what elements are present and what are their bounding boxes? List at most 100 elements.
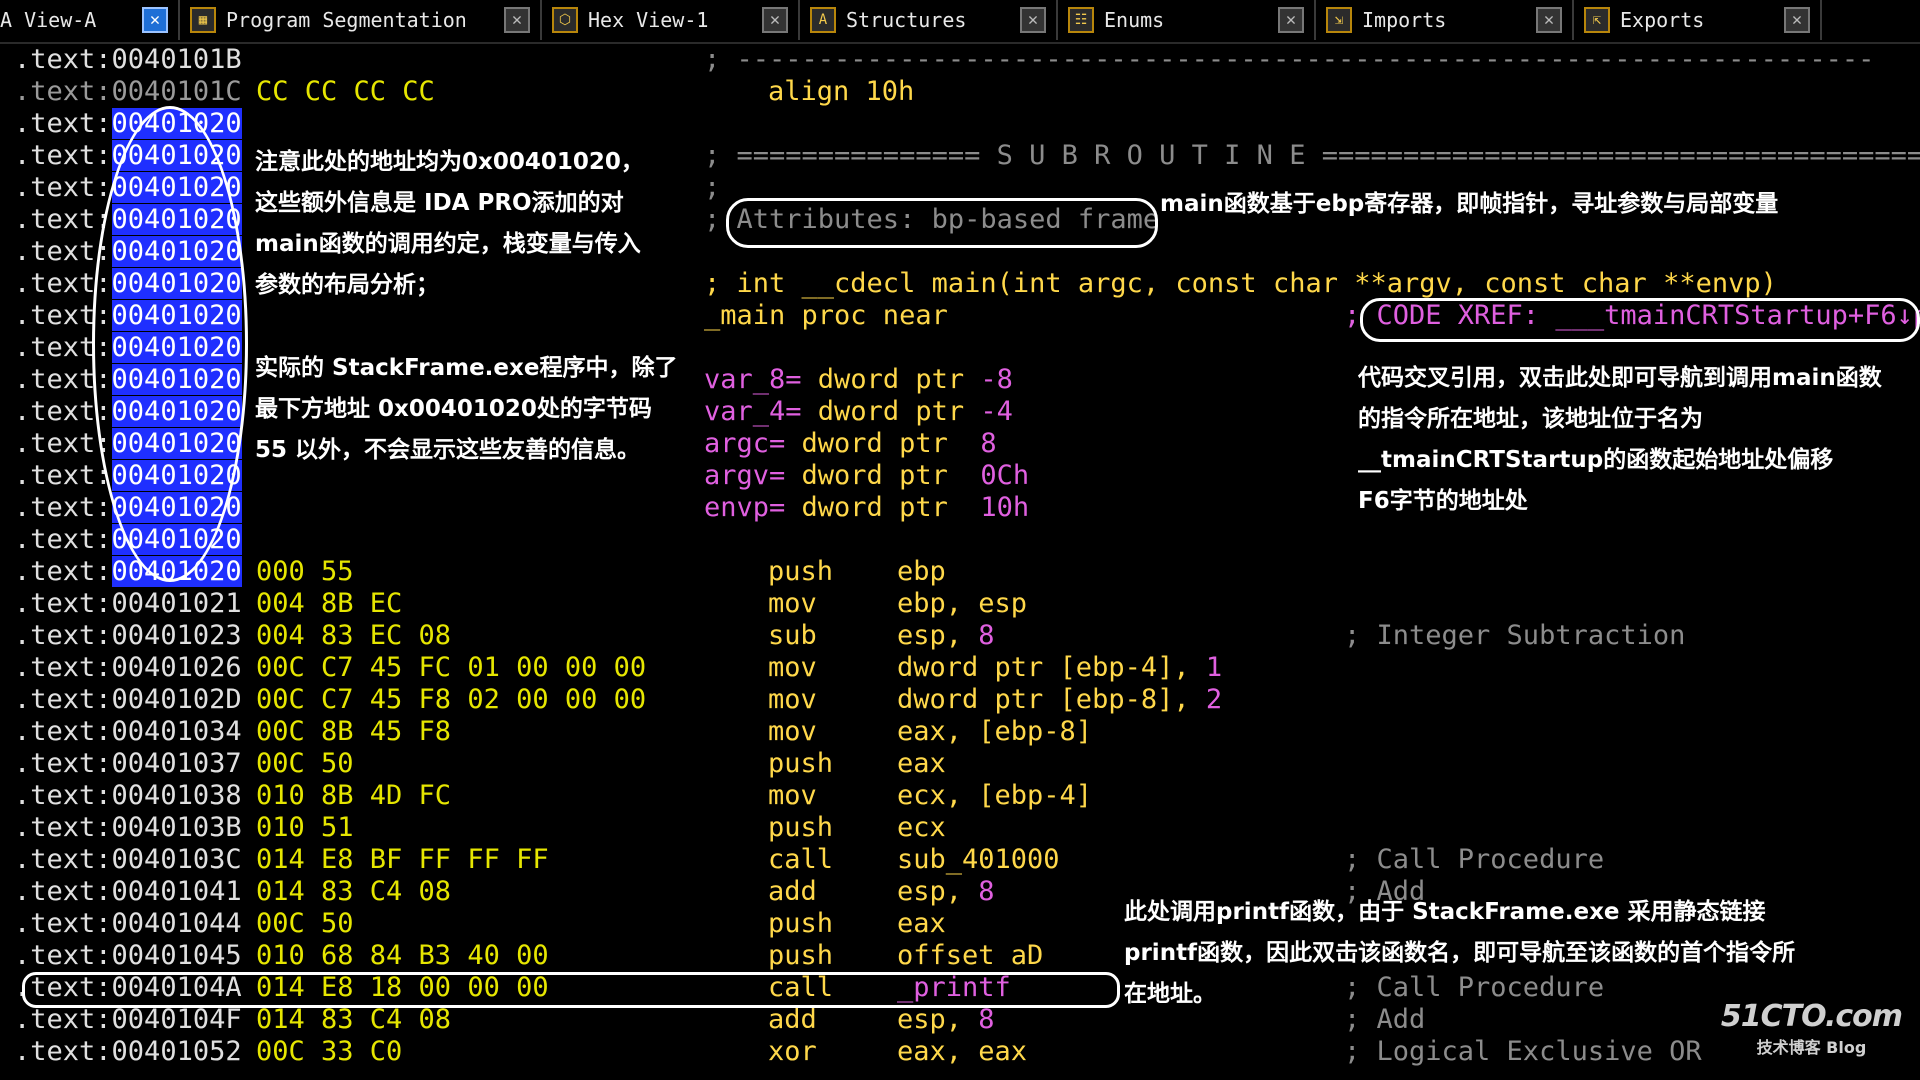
disasm-line[interactable]: .text:00401038 010 8B 4D FC mov ecx, [ebp-4… [14,780,1914,812]
operand[interactable]: offset aD [897,940,1043,972]
operand[interactable]: ebp [897,556,946,588]
disasm-line[interactable]: .text:0040101B ; ------------------------… [14,44,1914,76]
segment-prefix: .text: [14,44,112,75]
address[interactable]: 0040104F [112,1004,242,1035]
mnemonic: push [768,940,834,971]
close-icon[interactable]: ✕ [1278,7,1304,33]
operand[interactable]: esp, 8 [897,876,995,908]
segment-prefix: .text: [14,460,112,491]
disasm-line[interactable]: .text:00401020 000 55 push ebp [14,556,1914,588]
disasm-line[interactable]: .text:0040101C CC CC CC CC align 10h [14,76,1914,108]
segment-prefix: .text: [14,812,112,843]
tab-structures[interactable]: A Structures ✕ [800,0,1058,40]
comment: ; =============== S U B R O U T I N E ==… [704,140,1920,171]
disasm-line[interactable]: .text:00401023 004 83 EC 08 sub esp, 8 ; Int… [14,620,1914,652]
address[interactable]: 0040103B [112,812,242,843]
site-watermark: 51CTO.com 技术博客 Blog [1721,999,1903,1058]
address[interactable]: 00401023 [112,620,242,651]
address[interactable]: 0040103C [112,844,242,875]
close-icon[interactable]: ✕ [1784,7,1810,33]
segment-prefix: .text: [14,524,112,555]
tab-label: Exports [1620,8,1705,32]
address[interactable]: 00401021 [112,588,242,619]
disasm-line[interactable]: .text:00401026 00C C7 45 FC 01 00 00 00 mo… [14,652,1914,684]
disasm-line[interactable]: .text:0040103B 010 51 push ecx [14,812,1914,844]
close-icon[interactable]: ✕ [142,7,168,33]
operand[interactable]: ebp, esp [897,588,1027,620]
stack-variable[interactable]: var_4= dword ptr -4 [704,396,1013,428]
segment-prefix: .text: [14,748,112,779]
opcode-bytes: 010 68 84 B3 40 00 [256,940,549,971]
mnemonic: push [768,556,834,587]
opcode-bytes: 00C 50 [256,908,354,939]
xref-annotation-ring [1360,298,1920,342]
operand[interactable]: dword ptr [ebp-4], 1 [897,652,1222,684]
tab-hex-view-1[interactable]: ⬡ Hex View-1 ✕ [542,0,800,40]
operand[interactable]: ecx [897,812,946,844]
disasm-line[interactable]: .text:00401052 00C 33 C0 xor eax, eax ; Logi… [14,1036,1914,1068]
operand-number: 8 [978,876,995,907]
address[interactable]: 00401044 [112,908,242,939]
opcode-bytes: 014 E8 BF FF FF FF [256,844,549,875]
address[interactable]: 00401034 [112,716,242,747]
disasm-line[interactable]: .text:00401021 004 8B EC mov ebp, esp [14,588,1914,620]
tab-enums[interactable]: ☷ Enums ✕ [1058,0,1316,40]
segment-prefix: .text: [14,556,112,587]
disasm-line[interactable]: .text:00401037 00C 50 push eax [14,748,1914,780]
segment-prefix: .text: [14,620,112,651]
segment-prefix: .text: [14,1036,112,1067]
disasm-line[interactable]: .text:00401020 [14,524,1914,556]
close-icon[interactable]: ✕ [504,7,530,33]
opcode-bytes: 014 83 C4 08 [256,1004,452,1035]
operand[interactable]: eax [897,908,946,940]
address[interactable]: 00401037 [112,748,242,779]
function-prototype: ; int __cdecl main(int argc, const char … [704,268,1777,299]
disasm-line[interactable]: .text:00401020 [14,108,1914,140]
opcode-bytes: 004 8B EC [256,588,403,619]
address[interactable]: 0040102D [112,684,242,715]
address[interactable]: 00401026 [112,652,242,683]
tab-program-segmentation[interactable]: ▦ Program Segmentation ✕ [180,0,542,40]
mnemonic: push [768,748,834,779]
comment: ; [704,172,721,203]
operand[interactable]: eax, [ebp-8] [897,716,1092,748]
imports-icon: ⇲ [1326,7,1352,33]
proc-label[interactable]: _main proc near [704,300,948,332]
note-bp-frame: main函数基于ebp寄存器，即帧指针，寻址参数与局部变量 [1160,191,1779,217]
stack-variable[interactable]: envp= dword ptr 10h [704,492,1029,524]
close-icon[interactable]: ✕ [762,7,788,33]
operand[interactable]: esp, 8 [897,1004,995,1036]
operand[interactable]: dword ptr [ebp-8], 2 [897,684,1222,716]
note-real-bytes: 实际的 StackFrame.exe程序中，除了 最下方地址 0x0040102… [255,355,678,463]
address[interactable]: 00401038 [112,780,242,811]
operand[interactable]: eax [897,748,946,780]
disasm-line[interactable]: .text:00401034 00C 8B 45 F8 mov eax, [ebp-8… [14,716,1914,748]
stack-variable[interactable]: var_8= dword ptr -8 [704,364,1013,396]
tab-exports[interactable]: ⇱ Exports ✕ [1574,0,1822,40]
operand[interactable]: sub_401000 [897,844,1060,876]
operand-number: 2 [1205,684,1223,715]
auto-comment: ; Integer Subtraction [1344,620,1686,651]
address[interactable]: 0040101C [112,76,242,107]
address[interactable]: 00401052 [112,1036,242,1067]
note-stack-layout: 注意此处的地址均为0x00401020， 这些额外信息是 IDA PRO添加的对… [255,149,644,298]
hex-view-icon: ⬡ [552,7,578,33]
close-icon[interactable]: ✕ [1536,7,1562,33]
operand[interactable]: eax, eax [897,1036,1027,1068]
auto-comment: ; Logical Exclusive OR [1344,1036,1702,1067]
tab-ida-view-a[interactable]: A View-A ✕ [0,0,180,40]
address-annotation-ring [92,106,248,582]
stack-variable[interactable]: argc= dword ptr 8 [704,428,997,460]
opcode-bytes: 000 55 [256,556,354,587]
operand[interactable]: ecx, [ebp-4] [897,780,1092,812]
disasm-line[interactable]: .text:0040103C 014 E8 BF FF FF FF call sub_… [14,844,1914,876]
close-icon[interactable]: ✕ [1020,7,1046,33]
address[interactable]: 00401045 [112,940,242,971]
tab-bar: A View-A ✕ ▦ Program Segmentation ✕ ⬡ Hex View… [0,0,1920,44]
address[interactable]: 0040101B [112,44,242,75]
operand[interactable]: esp, 8 [897,620,995,652]
address[interactable]: 00401041 [112,876,242,907]
stack-variable[interactable]: argv= dword ptr 0Ch [704,460,1029,492]
tab-imports[interactable]: ⇲ Imports ✕ [1316,0,1574,40]
disasm-line[interactable]: .text:0040102D 00C C7 45 F8 02 00 00 00 mo… [14,684,1914,716]
